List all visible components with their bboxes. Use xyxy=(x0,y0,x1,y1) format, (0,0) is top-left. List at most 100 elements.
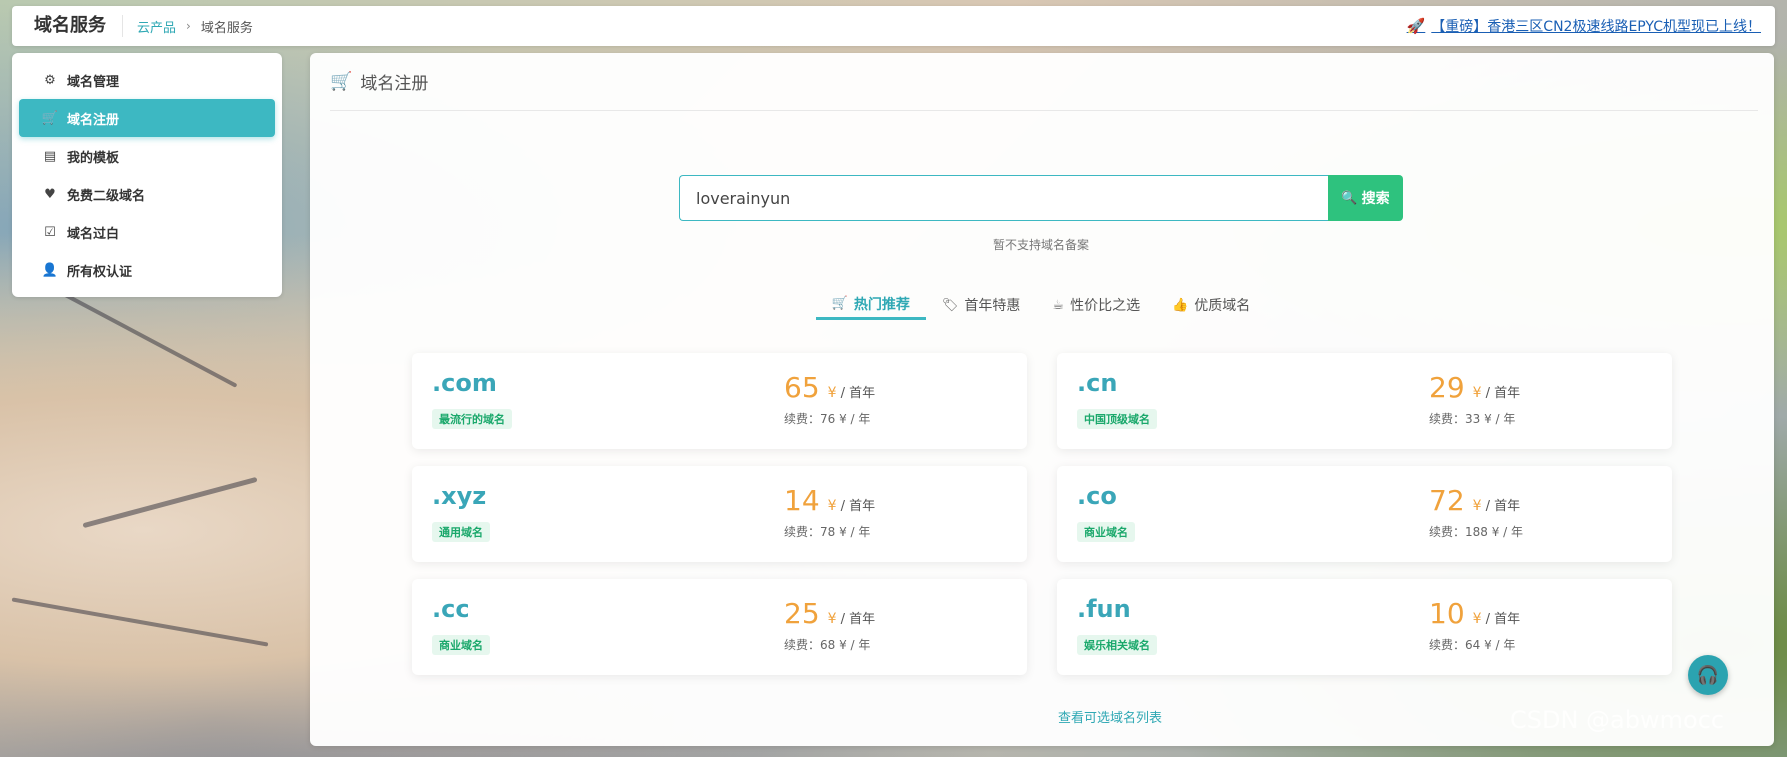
renewal-price: 续费：188 ¥ / 年 xyxy=(1429,525,1524,539)
sidebar-item-label: 所有权认证 xyxy=(67,264,133,280)
category-tabs: 🛒 热门推荐 🏷 首年特惠 ☕ 性价比之选 👍 优质域名 xyxy=(810,290,1272,322)
sidebar-item-label: 免费二级域名 xyxy=(67,188,146,204)
tab-hot-recommend[interactable]: 🛒 热门推荐 xyxy=(815,290,926,320)
domain-tag: 中国顶级域名 xyxy=(1077,409,1157,429)
sidebar-item-free-subdomain[interactable]: ♥ 免费二级域名 xyxy=(19,175,275,213)
cart-icon: 🛒 xyxy=(330,71,353,92)
breadcrumb: 云产品 › 域名服务 xyxy=(123,17,253,36)
price-period: / 首年 xyxy=(840,612,876,627)
price-currency: ¥ xyxy=(1472,498,1482,514)
price-value: 10 xyxy=(1429,597,1465,630)
price-currency: ¥ xyxy=(1472,385,1482,401)
price-block: 29 ¥ / 首年 xyxy=(1429,371,1520,404)
domain-tld: .cn xyxy=(1077,369,1118,397)
price-period: / 首年 xyxy=(1485,499,1521,514)
renewal-price: 续费：33 ¥ / 年 xyxy=(1429,412,1516,426)
domain-tag: 最流行的域名 xyxy=(432,409,512,429)
tab-label: 首年特惠 xyxy=(964,298,1021,314)
search-button-label: 搜索 xyxy=(1361,191,1390,207)
tab-premium-domains[interactable]: 👍 优质域名 xyxy=(1156,290,1266,320)
tab-first-year-deal[interactable]: 🏷 首年特惠 xyxy=(926,290,1037,320)
domain-card[interactable]: .co 商业域名 72 ¥ / 首年 续费：188 ¥ / 年 xyxy=(1057,466,1672,562)
price-value: 29 xyxy=(1429,371,1465,404)
sidebar-item-domain-registration[interactable]: 🛒 域名注册 xyxy=(19,99,275,137)
inbox-check-icon: ☑ xyxy=(44,224,56,240)
breadcrumb-link-cloud-products[interactable]: 云产品 xyxy=(137,17,176,36)
search-button[interactable]: 🔍 搜索 xyxy=(1328,175,1403,221)
top-bar: 域名服务 云产品 › 域名服务 🚀 【重磅】香港三区CN2极速线路EPYC机型现… xyxy=(12,6,1775,46)
breadcrumb-current: 域名服务 xyxy=(200,20,253,36)
price-block: 10 ¥ / 首年 xyxy=(1429,597,1520,630)
background-art xyxy=(82,476,258,529)
tab-best-value[interactable]: ☕ 性价比之选 xyxy=(1036,290,1156,320)
customer-service-button[interactable]: 🎧 xyxy=(1688,655,1728,695)
background-art xyxy=(11,597,269,647)
domain-tag: 商业域名 xyxy=(1077,522,1135,542)
domain-tld: .cc xyxy=(432,595,470,623)
price-currency: ¥ xyxy=(827,498,837,514)
sidebar-item-ownership-verification[interactable]: 👤 所有权认证 xyxy=(19,251,275,289)
domain-search: 🔍 搜索 xyxy=(679,175,1403,221)
breadcrumb-separator: › xyxy=(186,19,191,33)
sidebar-item-domain-management[interactable]: ⚙ 域名管理 xyxy=(19,61,275,99)
price-period: / 首年 xyxy=(1485,386,1521,401)
price-value: 65 xyxy=(784,371,820,404)
price-currency: ¥ xyxy=(827,385,837,401)
domain-tld: .fun xyxy=(1077,595,1131,623)
coffee-icon: ☕ xyxy=(1052,297,1065,313)
price-block: 72 ¥ / 首年 xyxy=(1429,484,1520,517)
page-title: 域名注册 xyxy=(360,74,429,94)
sidebar-item-label: 我的模板 xyxy=(67,150,120,166)
price-block: 14 ¥ / 首年 xyxy=(784,484,875,517)
price-value: 14 xyxy=(784,484,820,517)
price-currency: ¥ xyxy=(1472,611,1482,627)
domain-card[interactable]: .xyz 通用域名 14 ¥ / 首年 续费：78 ¥ / 年 xyxy=(412,466,1027,562)
announcement-text: 【重磅】香港三区CN2极速线路EPYC机型现已上线！ xyxy=(1431,19,1761,35)
cart-icon: 🛒 xyxy=(831,296,848,311)
renewal-price: 续费：68 ¥ / 年 xyxy=(784,638,871,652)
domain-card[interactable]: .com 最流行的域名 65 ¥ / 首年 续费：76 ¥ / 年 xyxy=(412,353,1027,449)
sidebar-item-my-templates[interactable]: ▤ 我的模板 xyxy=(19,137,275,175)
domain-card[interactable]: .cc 商业域名 25 ¥ / 首年 续费：68 ¥ / 年 xyxy=(412,579,1027,675)
tag-icon: 🏷 xyxy=(941,297,959,313)
sidebar-item-label: 域名注册 xyxy=(67,112,120,128)
user-check-icon: 👤 xyxy=(41,262,59,278)
domain-card[interactable]: .fun 娱乐相关域名 10 ¥ / 首年 续费：64 ¥ / 年 xyxy=(1057,579,1672,675)
domain-search-input[interactable] xyxy=(679,175,1328,221)
gears-icon: ⚙ xyxy=(44,72,56,88)
domain-tag: 商业域名 xyxy=(432,635,490,655)
thumbs-up-icon: 👍 xyxy=(1172,297,1189,313)
domain-card-grid: .com 最流行的域名 65 ¥ / 首年 续费：76 ¥ / 年 .cn 中国… xyxy=(412,353,1674,675)
sidebar-item-domain-whitelist[interactable]: ☑ 域名过白 xyxy=(19,213,275,251)
brand-title: 域名服务 xyxy=(12,15,123,37)
rocket-icon: 🚀 xyxy=(1406,17,1426,35)
id-card-icon: ▤ xyxy=(43,148,57,164)
sidebar: ⚙ 域名管理 🛒 域名注册 ▤ 我的模板 ♥ 免费二级域名 ☑ 域名过白 👤 所… xyxy=(12,53,282,297)
domain-tag: 通用域名 xyxy=(432,522,490,542)
watermark: CSDN @abwmocc xyxy=(1510,706,1725,734)
main-panel: 🛒 域名注册 🔍 搜索 暂不支持域名备案 🛒 热门推荐 🏷 首年特惠 ☕ 性价比… xyxy=(310,53,1774,746)
tab-label: 性价比之选 xyxy=(1070,298,1141,314)
renewal-price: 续费：78 ¥ / 年 xyxy=(784,525,871,539)
tab-label: 热门推荐 xyxy=(853,296,910,313)
domain-tag: 娱乐相关域名 xyxy=(1077,635,1157,655)
renewal-price: 续费：64 ¥ / 年 xyxy=(1429,638,1516,652)
domain-card[interactable]: .cn 中国顶级域名 29 ¥ / 首年 续费：33 ¥ / 年 xyxy=(1057,353,1672,449)
cart-icon: 🛒 xyxy=(41,110,59,126)
price-value: 72 xyxy=(1429,484,1465,517)
search-icon: 🔍 xyxy=(1341,190,1358,206)
price-period: / 首年 xyxy=(840,386,876,401)
domain-tld: .com xyxy=(432,369,497,397)
search-note: 暂不支持域名备案 xyxy=(992,238,1089,252)
price-block: 25 ¥ / 首年 xyxy=(784,597,875,630)
heart-icon: ♥ xyxy=(44,186,56,202)
announcement-link[interactable]: 🚀 【重磅】香港三区CN2极速线路EPYC机型现已上线！ xyxy=(1407,16,1761,36)
price-block: 65 ¥ / 首年 xyxy=(784,371,875,404)
sidebar-item-label: 域名管理 xyxy=(67,74,120,90)
view-domain-list-link[interactable]: 查看可选域名列表 xyxy=(910,707,1310,726)
price-period: / 首年 xyxy=(1485,612,1521,627)
renewal-price: 续费：76 ¥ / 年 xyxy=(784,412,871,426)
sidebar-item-label: 域名过白 xyxy=(67,226,120,242)
panel-header: 🛒 域名注册 xyxy=(330,53,1758,111)
headset-icon: 🎧 xyxy=(1696,664,1720,686)
